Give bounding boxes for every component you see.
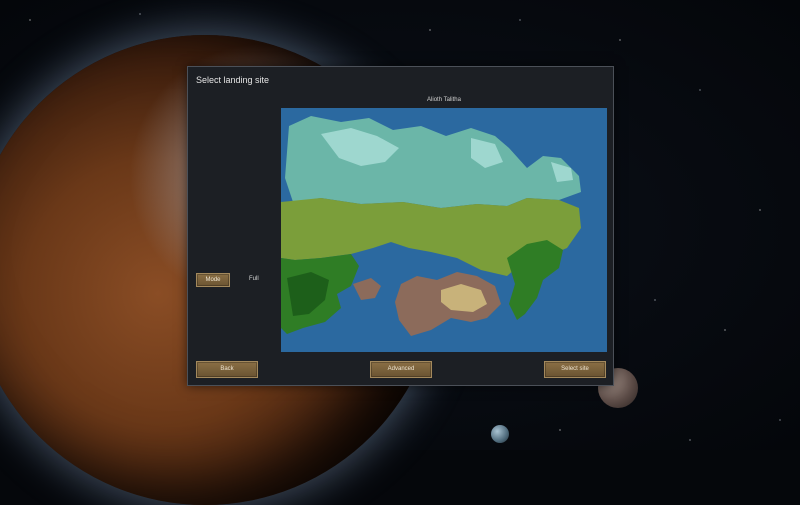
- landing-site-dialog: Select landing site Alioth Talitha Mode …: [187, 66, 614, 386]
- mountain-region-west: [353, 278, 381, 300]
- select-site-button[interactable]: Select site: [544, 361, 606, 378]
- moon-small: [491, 425, 509, 443]
- map-title: Alioth Talitha: [427, 97, 461, 103]
- advanced-button[interactable]: Advanced: [370, 361, 432, 378]
- dialog-title: Select landing site: [196, 75, 270, 85]
- world-map-canvas[interactable]: [281, 108, 607, 352]
- tundra-region: [285, 116, 581, 208]
- world-map[interactable]: [281, 108, 607, 352]
- mode-button[interactable]: Mode: [196, 273, 230, 287]
- back-button[interactable]: Back: [196, 361, 258, 378]
- mode-value: Full: [249, 276, 259, 282]
